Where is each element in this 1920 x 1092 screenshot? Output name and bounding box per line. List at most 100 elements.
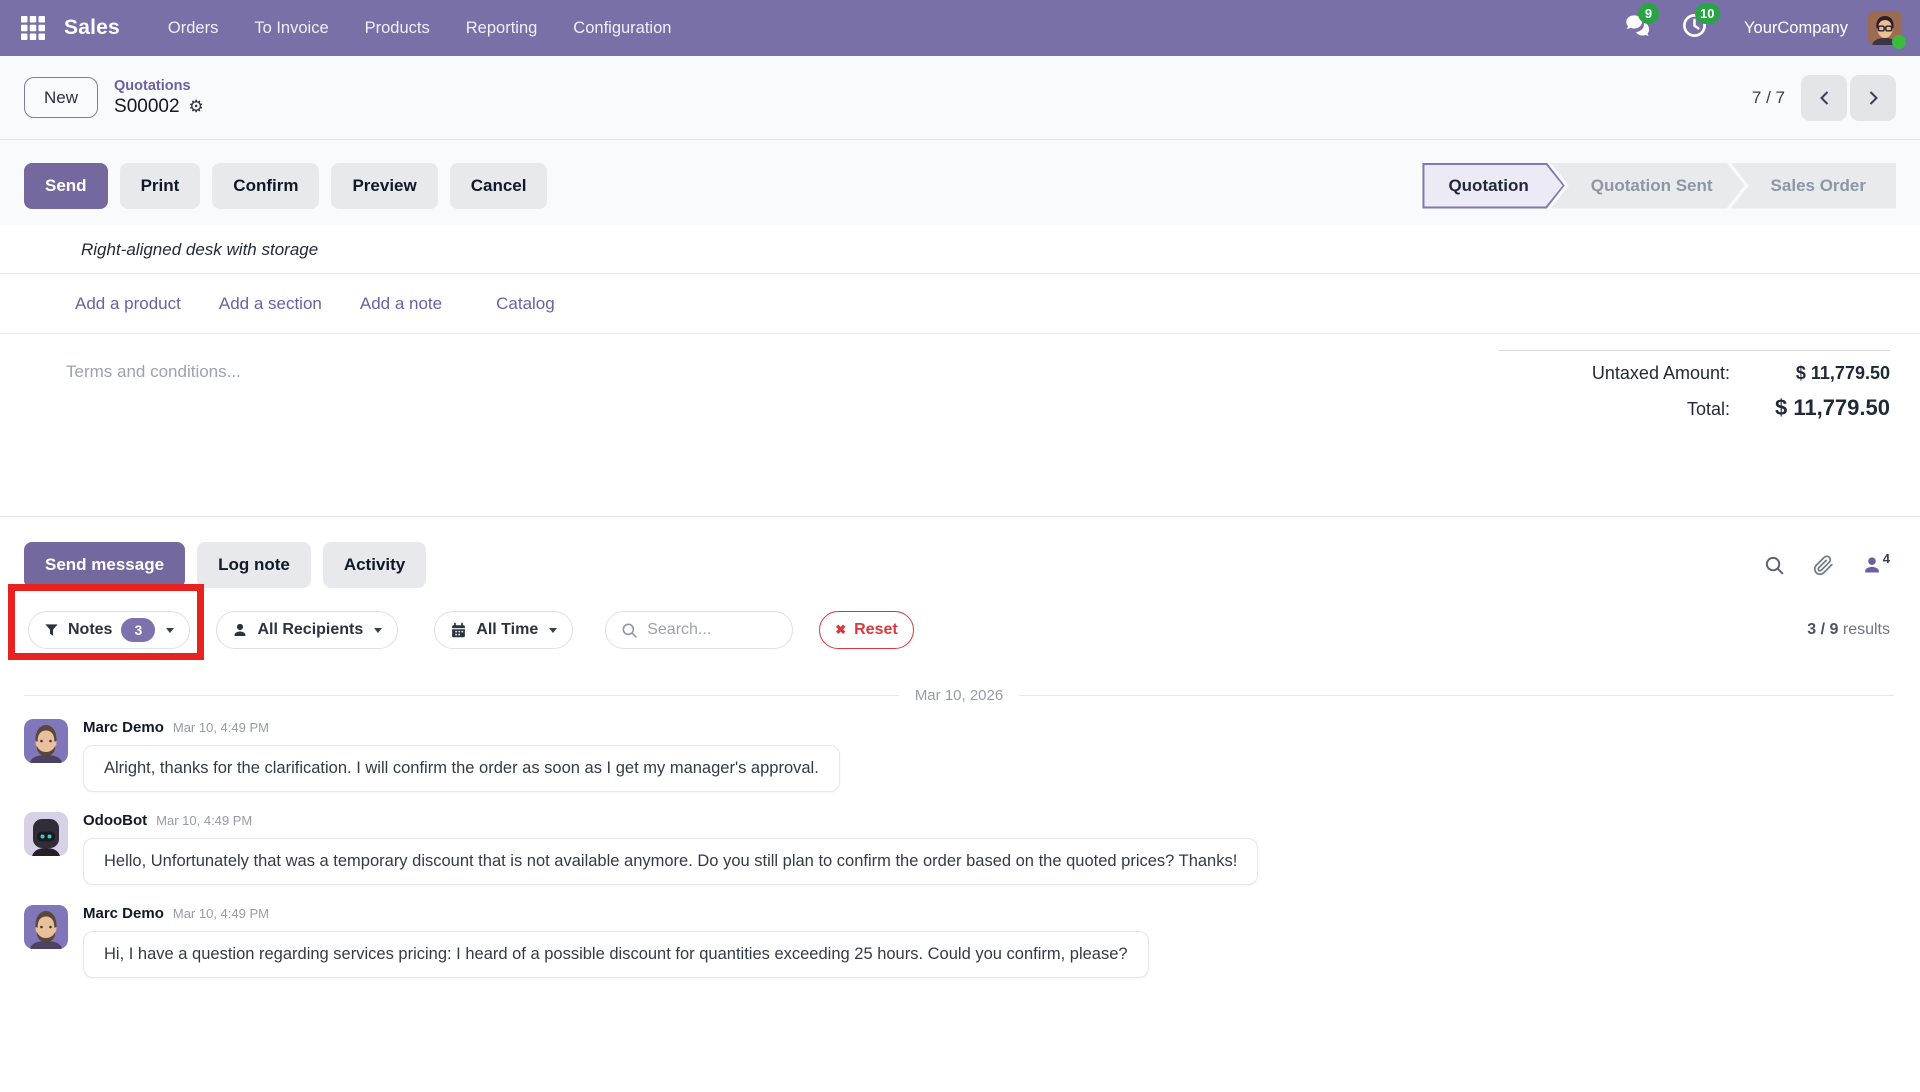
- search-input[interactable]: [647, 621, 767, 639]
- user-menu-avatar[interactable]: [1868, 11, 1902, 45]
- activity-button[interactable]: Activity: [323, 542, 426, 588]
- recipients-filter-label: All Recipients: [257, 621, 363, 639]
- terms-and-conditions-field[interactable]: Terms and conditions...: [66, 362, 241, 382]
- nav-item-configuration[interactable]: Configuration: [573, 19, 671, 38]
- chevron-down-icon: [166, 628, 174, 633]
- message-author[interactable]: OdooBot: [83, 812, 147, 829]
- notes-filter-label: Notes: [68, 621, 112, 639]
- message-timestamp: Mar 10, 4:49 PM: [156, 813, 252, 828]
- nav-item-to-invoice[interactable]: To Invoice: [254, 19, 328, 38]
- pager-next-button[interactable]: [1850, 75, 1896, 121]
- total-row: Total: $ 11,779.50: [1498, 395, 1890, 421]
- chatter-toolbar: Send message Log note Activity 4: [0, 517, 1920, 597]
- message-bubble: Hi, I have a question regarding services…: [83, 931, 1149, 978]
- search-messages-button[interactable]: [1764, 555, 1785, 576]
- app-title[interactable]: Sales: [64, 16, 120, 40]
- activities-count-badge: 10: [1695, 3, 1719, 24]
- notes-filter-dropdown[interactable]: Notes 3: [28, 611, 190, 649]
- messages-count-badge: 9: [1638, 3, 1659, 24]
- results-suffix: results: [1838, 621, 1890, 638]
- attach-files-button[interactable]: [1813, 555, 1834, 576]
- calendar-icon: [450, 622, 467, 639]
- paperclip-icon: [1813, 555, 1834, 576]
- breadcrumb-bar: New Quotations S00002 ⚙ 7 / 7: [0, 56, 1920, 140]
- add-note-link[interactable]: Add a note: [360, 294, 442, 314]
- pager-count: 7 / 7: [1752, 88, 1785, 108]
- magnifier-icon: [621, 622, 638, 639]
- status-step-sales-order[interactable]: Sales Order: [1731, 163, 1896, 209]
- divider-line: [1019, 695, 1894, 696]
- time-filter-dropdown[interactable]: All Time: [434, 611, 573, 649]
- message-bubble: Alright, thanks for the clarification. I…: [83, 745, 840, 792]
- message-row: OdooBot Mar 10, 4:49 PM Hello, Unfortuna…: [0, 799, 1920, 892]
- send-button[interactable]: Send: [24, 163, 108, 209]
- time-filter-label: All Time: [476, 621, 538, 639]
- catalog-link[interactable]: Catalog: [496, 294, 555, 314]
- control-panel: Send Print Confirm Preview Cancel Quotat…: [0, 140, 1920, 225]
- activities-menu[interactable]: 10: [1681, 12, 1708, 44]
- message-bubble: Hello, Unfortunately that was a temporar…: [83, 838, 1258, 885]
- new-button[interactable]: New: [24, 77, 98, 118]
- reset-filters-button[interactable]: ✖ Reset: [819, 611, 913, 649]
- divider-line: [24, 695, 899, 696]
- log-note-button[interactable]: Log note: [197, 542, 311, 588]
- grid-icon: [20, 15, 46, 41]
- avatar-marc-demo[interactable]: [24, 719, 68, 763]
- message-row: Marc Demo Mar 10, 4:49 PM Alright, thank…: [0, 706, 1920, 799]
- recipients-filter-dropdown[interactable]: All Recipients: [216, 611, 398, 649]
- message-header: Marc Demo Mar 10, 4:49 PM: [83, 905, 269, 922]
- chevron-left-icon: [1817, 90, 1832, 106]
- untaxed-amount-label: Untaxed Amount:: [1498, 363, 1730, 384]
- message-timestamp: Mar 10, 4:49 PM: [173, 720, 269, 735]
- add-section-link[interactable]: Add a section: [219, 294, 322, 314]
- total-label: Total:: [1498, 399, 1730, 420]
- date-divider-label: Mar 10, 2026: [915, 687, 1003, 704]
- company-switcher[interactable]: YourCompany: [1744, 19, 1848, 38]
- message-search-box[interactable]: [605, 611, 793, 649]
- messages-menu[interactable]: 9: [1624, 12, 1651, 44]
- pager-buttons: [1801, 75, 1896, 121]
- notes-count-badge: 3: [121, 618, 155, 642]
- magnifier-icon: [1764, 555, 1785, 576]
- date-divider: Mar 10, 2026: [24, 687, 1894, 704]
- followers-button[interactable]: 4: [1862, 555, 1890, 575]
- apps-grid-icon[interactable]: [18, 13, 48, 43]
- message-author[interactable]: Marc Demo: [83, 719, 164, 736]
- status-step-quotation[interactable]: Quotation: [1422, 163, 1564, 209]
- avatar-odoobot[interactable]: [24, 812, 68, 856]
- breadcrumb-parent-quotations[interactable]: Quotations: [114, 78, 204, 94]
- add-product-link[interactable]: Add a product: [75, 294, 181, 314]
- pager-previous-button[interactable]: [1801, 75, 1847, 121]
- nav-item-reporting[interactable]: Reporting: [466, 19, 538, 38]
- marc-demo-avatar-image: [24, 719, 68, 763]
- message-header: OdooBot Mar 10, 4:49 PM: [83, 812, 252, 829]
- order-line-actions: Add a product Add a section Add a note C…: [0, 274, 1920, 334]
- breadcrumb: Quotations S00002 ⚙: [114, 78, 204, 118]
- untaxed-amount-value: $ 11,779.50: [1730, 363, 1890, 384]
- chatter-icon-group: 4: [1764, 555, 1890, 576]
- send-message-button[interactable]: Send message: [24, 542, 185, 588]
- online-status-dot: [1892, 35, 1906, 49]
- message-row: Marc Demo Mar 10, 4:49 PM Hi, I have a q…: [0, 892, 1920, 985]
- message-body: Marc Demo Mar 10, 4:49 PM Alright, thank…: [83, 719, 840, 792]
- record-pager: 7 / 7: [1752, 75, 1896, 121]
- untaxed-amount-row: Untaxed Amount: $ 11,779.50: [1498, 363, 1890, 384]
- message-author[interactable]: Marc Demo: [83, 905, 164, 922]
- nav-item-orders[interactable]: Orders: [168, 19, 218, 38]
- results-count: 3 / 9: [1807, 621, 1838, 638]
- print-button[interactable]: Print: [120, 163, 201, 209]
- confirm-button[interactable]: Confirm: [212, 163, 319, 209]
- breadcrumb-current: S00002 ⚙: [114, 96, 204, 118]
- preview-button[interactable]: Preview: [331, 163, 437, 209]
- avatar-marc-demo[interactable]: [24, 905, 68, 949]
- status-step-quotation-sent[interactable]: Quotation Sent: [1551, 163, 1745, 209]
- order-line-note[interactable]: Right-aligned desk with storage: [0, 225, 1920, 274]
- quotation-form-sheet: Right-aligned desk with storage Add a pr…: [0, 225, 1920, 517]
- message-body: Marc Demo Mar 10, 4:49 PM Hi, I have a q…: [83, 905, 1149, 978]
- marc-demo-avatar-image: [24, 905, 68, 949]
- nav-item-products[interactable]: Products: [365, 19, 430, 38]
- x-cross-icon: ✖: [835, 622, 846, 638]
- totals-block: Untaxed Amount: $ 11,779.50 Total: $ 11,…: [1498, 350, 1890, 432]
- gear-icon[interactable]: ⚙: [189, 97, 204, 117]
- cancel-button[interactable]: Cancel: [450, 163, 548, 209]
